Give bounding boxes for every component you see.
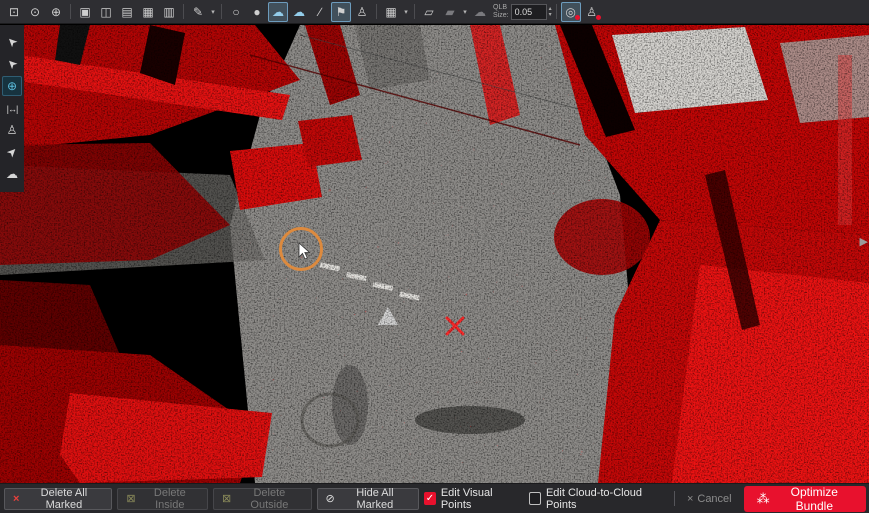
qlb-spinner: ▴ ▾ [549, 6, 552, 18]
image-view-icon[interactable]: ▤ [117, 2, 137, 22]
location-pin-icon[interactable]: ⚑ [331, 2, 351, 22]
optimize-bundle-button[interactable]: ⁂ Optimize Bundle [744, 486, 866, 512]
filmstrip-icon[interactable]: ▦ [138, 2, 158, 22]
edit-cloud-to-cloud-label: Edit Cloud-to-Cloud Points [546, 487, 662, 511]
pointcloud-scene [0, 25, 869, 483]
pick-move-icon[interactable]: ⊕ [2, 76, 22, 96]
layout-menu-icon[interactable]: ▦ [381, 2, 401, 22]
cancel-button[interactable]: × Cancel [687, 493, 732, 505]
sphere-tool-icon[interactable]: ● [247, 2, 267, 22]
top-toolbar: ⊡ ⊙ ⊕ ▣ ◫ ▤ ▦ ▥ ✎ ▾ ○ ● ☁ ☁ ∕ ⚑ ♙ ▦ ▾ ▱ … [0, 0, 869, 24]
marker-pen-icon[interactable]: ✎ [188, 2, 208, 22]
bottom-bar-right: ✓ Edit Visual Points Edit Cloud-to-Cloud… [424, 486, 869, 512]
split-view-icon[interactable]: ◫ [96, 2, 116, 22]
checkbox-checked-icon: ✓ [424, 492, 436, 505]
spin-down-icon[interactable]: ▾ [549, 12, 552, 18]
cube-m-dropdown-icon[interactable]: ▾ [461, 8, 469, 16]
delete-inside-button[interactable]: ⊠ Delete Inside [117, 488, 208, 510]
circle-tool-icon[interactable]: ○ [226, 2, 246, 22]
hide-marked-icon: ⊘ [326, 492, 335, 505]
camera-icon[interactable]: ▣ [75, 2, 95, 22]
cloud-tool-icon[interactable]: ☁ [268, 2, 288, 22]
cloud-points-icon[interactable]: ☁ [289, 2, 309, 22]
toolbar-separator [183, 4, 184, 19]
cloud-m-icon[interactable]: ☁ [470, 2, 490, 22]
zoom-window-icon[interactable]: ⊡ [4, 2, 24, 22]
expand-panel-arrow-icon[interactable]: ▶ [860, 235, 868, 248]
delete-outside-icon: ⊠ [222, 492, 231, 505]
hide-all-marked-label: Hide All Marked [340, 487, 410, 511]
bottom-toolbar: × Delete All Marked ⊠ Delete Inside ⊠ De… [0, 483, 869, 513]
layout-menu-dropdown-icon[interactable]: ▾ [402, 8, 410, 16]
frames-icon[interactable]: ▥ [159, 2, 179, 22]
setup-person-icon[interactable]: ♙ [2, 120, 22, 140]
delete-all-marked-label: Delete All Marked [24, 487, 103, 511]
delete-inside-label: Delete Inside [141, 487, 199, 511]
delete-marked-icon: × [13, 493, 19, 505]
qlb-size-input[interactable] [511, 4, 547, 20]
toolbar-separator [414, 4, 415, 19]
zoom-icon[interactable]: ⊙ [25, 2, 45, 22]
cloud-view-icon[interactable]: ☁ [2, 164, 22, 184]
qlb-magnifier-icon[interactable]: ◎ [561, 2, 581, 22]
delete-all-marked-button[interactable]: × Delete All Marked [4, 488, 112, 510]
cube-m-icon[interactable]: ▰ [440, 2, 460, 22]
cube-icon[interactable]: ▱ [419, 2, 439, 22]
select-arrow-icon[interactable]: ➤ [2, 32, 22, 52]
viewport[interactable]: ▶ [0, 25, 869, 483]
toolbar-separator [221, 4, 222, 19]
hide-all-marked-button[interactable]: ⊘ Hide All Marked [317, 488, 419, 510]
toolbar-separator [376, 4, 377, 19]
person-view-icon[interactable]: ♙ [352, 2, 372, 22]
cancel-label: Cancel [697, 493, 731, 505]
toolbar-separator [70, 4, 71, 19]
navigate-icon[interactable]: ➤ [2, 142, 22, 162]
qlb-size-control: QLB Size: ▴ ▾ [493, 4, 552, 20]
edit-cloud-to-cloud-checkbox[interactable]: Edit Cloud-to-Cloud Points [529, 487, 662, 511]
app-window: ⊡ ⊙ ⊕ ▣ ◫ ▤ ▦ ▥ ✎ ▾ ○ ● ☁ ☁ ∕ ⚑ ♙ ▦ ▾ ▱ … [0, 0, 869, 513]
optimize-bundle-label: Optimize Bundle [776, 485, 853, 513]
probe-icon[interactable]: ∕ [310, 2, 330, 22]
measure-width-icon[interactable]: |↔| [2, 98, 22, 118]
delete-outside-button[interactable]: ⊠ Delete Outside [213, 488, 312, 510]
left-toolbar: ➤ ➤ ⊕ |↔| ♙ ➤ ☁ [0, 25, 24, 192]
delete-outside-label: Delete Outside [236, 487, 302, 511]
checkbox-unchecked-icon [529, 492, 541, 505]
bottom-bar-divider [674, 491, 675, 506]
edit-visual-points-label: Edit Visual Points [441, 487, 517, 511]
person-target-icon[interactable]: ♙ [582, 2, 602, 22]
select-box-icon[interactable]: ➤ [2, 54, 22, 74]
edit-visual-points-checkbox[interactable]: ✓ Edit Visual Points [424, 487, 517, 511]
bundle-icon: ⁂ [757, 491, 770, 507]
delete-inside-icon: ⊠ [126, 492, 135, 505]
zoom-extents-icon[interactable]: ⊕ [46, 2, 66, 22]
toolbar-separator [556, 4, 557, 19]
marker-pen-dropdown-icon[interactable]: ▾ [209, 8, 217, 16]
cancel-icon: × [687, 493, 693, 505]
qlb-size-label: QLB Size: [493, 4, 509, 20]
